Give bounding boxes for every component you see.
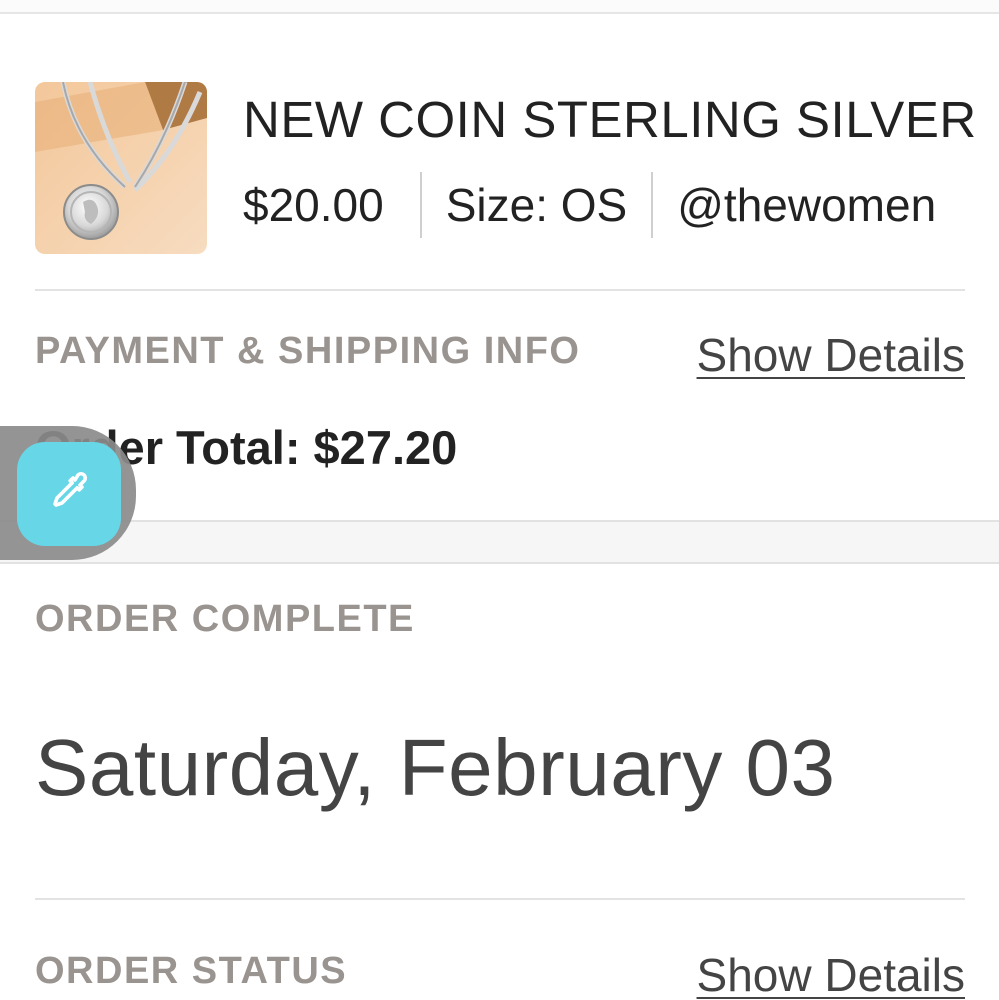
order-status-show-details-link[interactable]: Show Details	[697, 948, 965, 1000]
product-thumbnail[interactable]	[35, 82, 207, 254]
order-details-page: NEW COIN STERLING SILVER $20.00 Size: OS…	[0, 0, 999, 1000]
order-total-value: $27.20	[313, 421, 458, 474]
section-separator	[0, 520, 999, 564]
divider	[35, 289, 965, 291]
payment-show-details-link[interactable]: Show Details	[697, 328, 965, 382]
divider	[35, 898, 965, 900]
eyedropper-icon	[45, 468, 93, 521]
order-status-label: ORDER STATUS	[35, 950, 348, 992]
meta-separator	[651, 172, 654, 238]
payment-shipping-label: PAYMENT & SHIPPING INFO	[35, 330, 581, 372]
item-price: $20.00	[243, 179, 384, 231]
seller-handle[interactable]: @thewomen	[677, 178, 936, 232]
item-size: Size: OS	[445, 179, 628, 231]
item-title[interactable]: NEW COIN STERLING SILVER	[243, 90, 977, 149]
order-complete-date: Saturday, February 03	[35, 723, 836, 812]
order-complete-label: ORDER COMPLETE	[35, 598, 415, 640]
order-item[interactable]: NEW COIN STERLING SILVER $20.00 Size: OS…	[35, 82, 999, 254]
item-meta: $20.00 Size: OS @thewomen	[243, 172, 936, 238]
color-picker-button[interactable]	[17, 442, 121, 546]
top-divider	[0, 0, 999, 14]
meta-separator	[419, 172, 422, 238]
